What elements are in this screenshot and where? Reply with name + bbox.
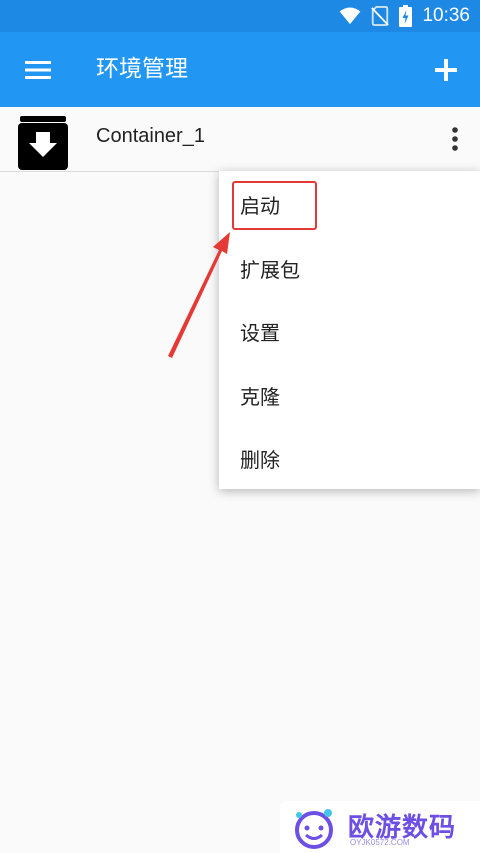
watermark-subtext: OYJK0572.COM bbox=[350, 838, 410, 847]
wifi-icon bbox=[340, 7, 361, 25]
watermark-logo-icon bbox=[295, 809, 333, 849]
battery-charging-icon bbox=[399, 5, 413, 27]
archive-download-icon bbox=[18, 116, 68, 170]
menu-item-extensions[interactable]: 扩展包 bbox=[219, 235, 480, 299]
status-icons: 10:36 bbox=[339, 0, 470, 32]
menu-item-label: 删除 bbox=[240, 448, 280, 472]
menu-item-label: 克隆 bbox=[240, 385, 280, 409]
menu-item-delete[interactable]: 删除 bbox=[219, 425, 480, 489]
container-name: Container_1 bbox=[96, 125, 205, 147]
highlight-box bbox=[232, 181, 317, 230]
menu-item-label: 扩展包 bbox=[240, 258, 300, 282]
menu-item-settings[interactable]: 设置 bbox=[219, 298, 480, 362]
page-title: 环境管理 bbox=[96, 56, 188, 82]
status-time: 10:36 bbox=[422, 5, 470, 26]
status-bar: 10:36 bbox=[0, 0, 480, 32]
menu-item-label: 设置 bbox=[240, 321, 280, 345]
hamburger-icon bbox=[25, 61, 51, 79]
add-button[interactable] bbox=[426, 50, 466, 90]
menu-button[interactable] bbox=[18, 50, 58, 90]
container-list-item[interactable]: Container_1 bbox=[0, 107, 480, 172]
plus-icon bbox=[435, 59, 457, 81]
no-sim-icon bbox=[371, 6, 390, 26]
menu-item-clone[interactable]: 克隆 bbox=[219, 362, 480, 426]
more-options-button[interactable] bbox=[440, 119, 470, 159]
watermark: 欧游数码 OYJK0572.COM bbox=[280, 801, 480, 853]
app-bar: 环境管理 bbox=[0, 32, 480, 107]
more-vert-icon bbox=[452, 127, 458, 151]
